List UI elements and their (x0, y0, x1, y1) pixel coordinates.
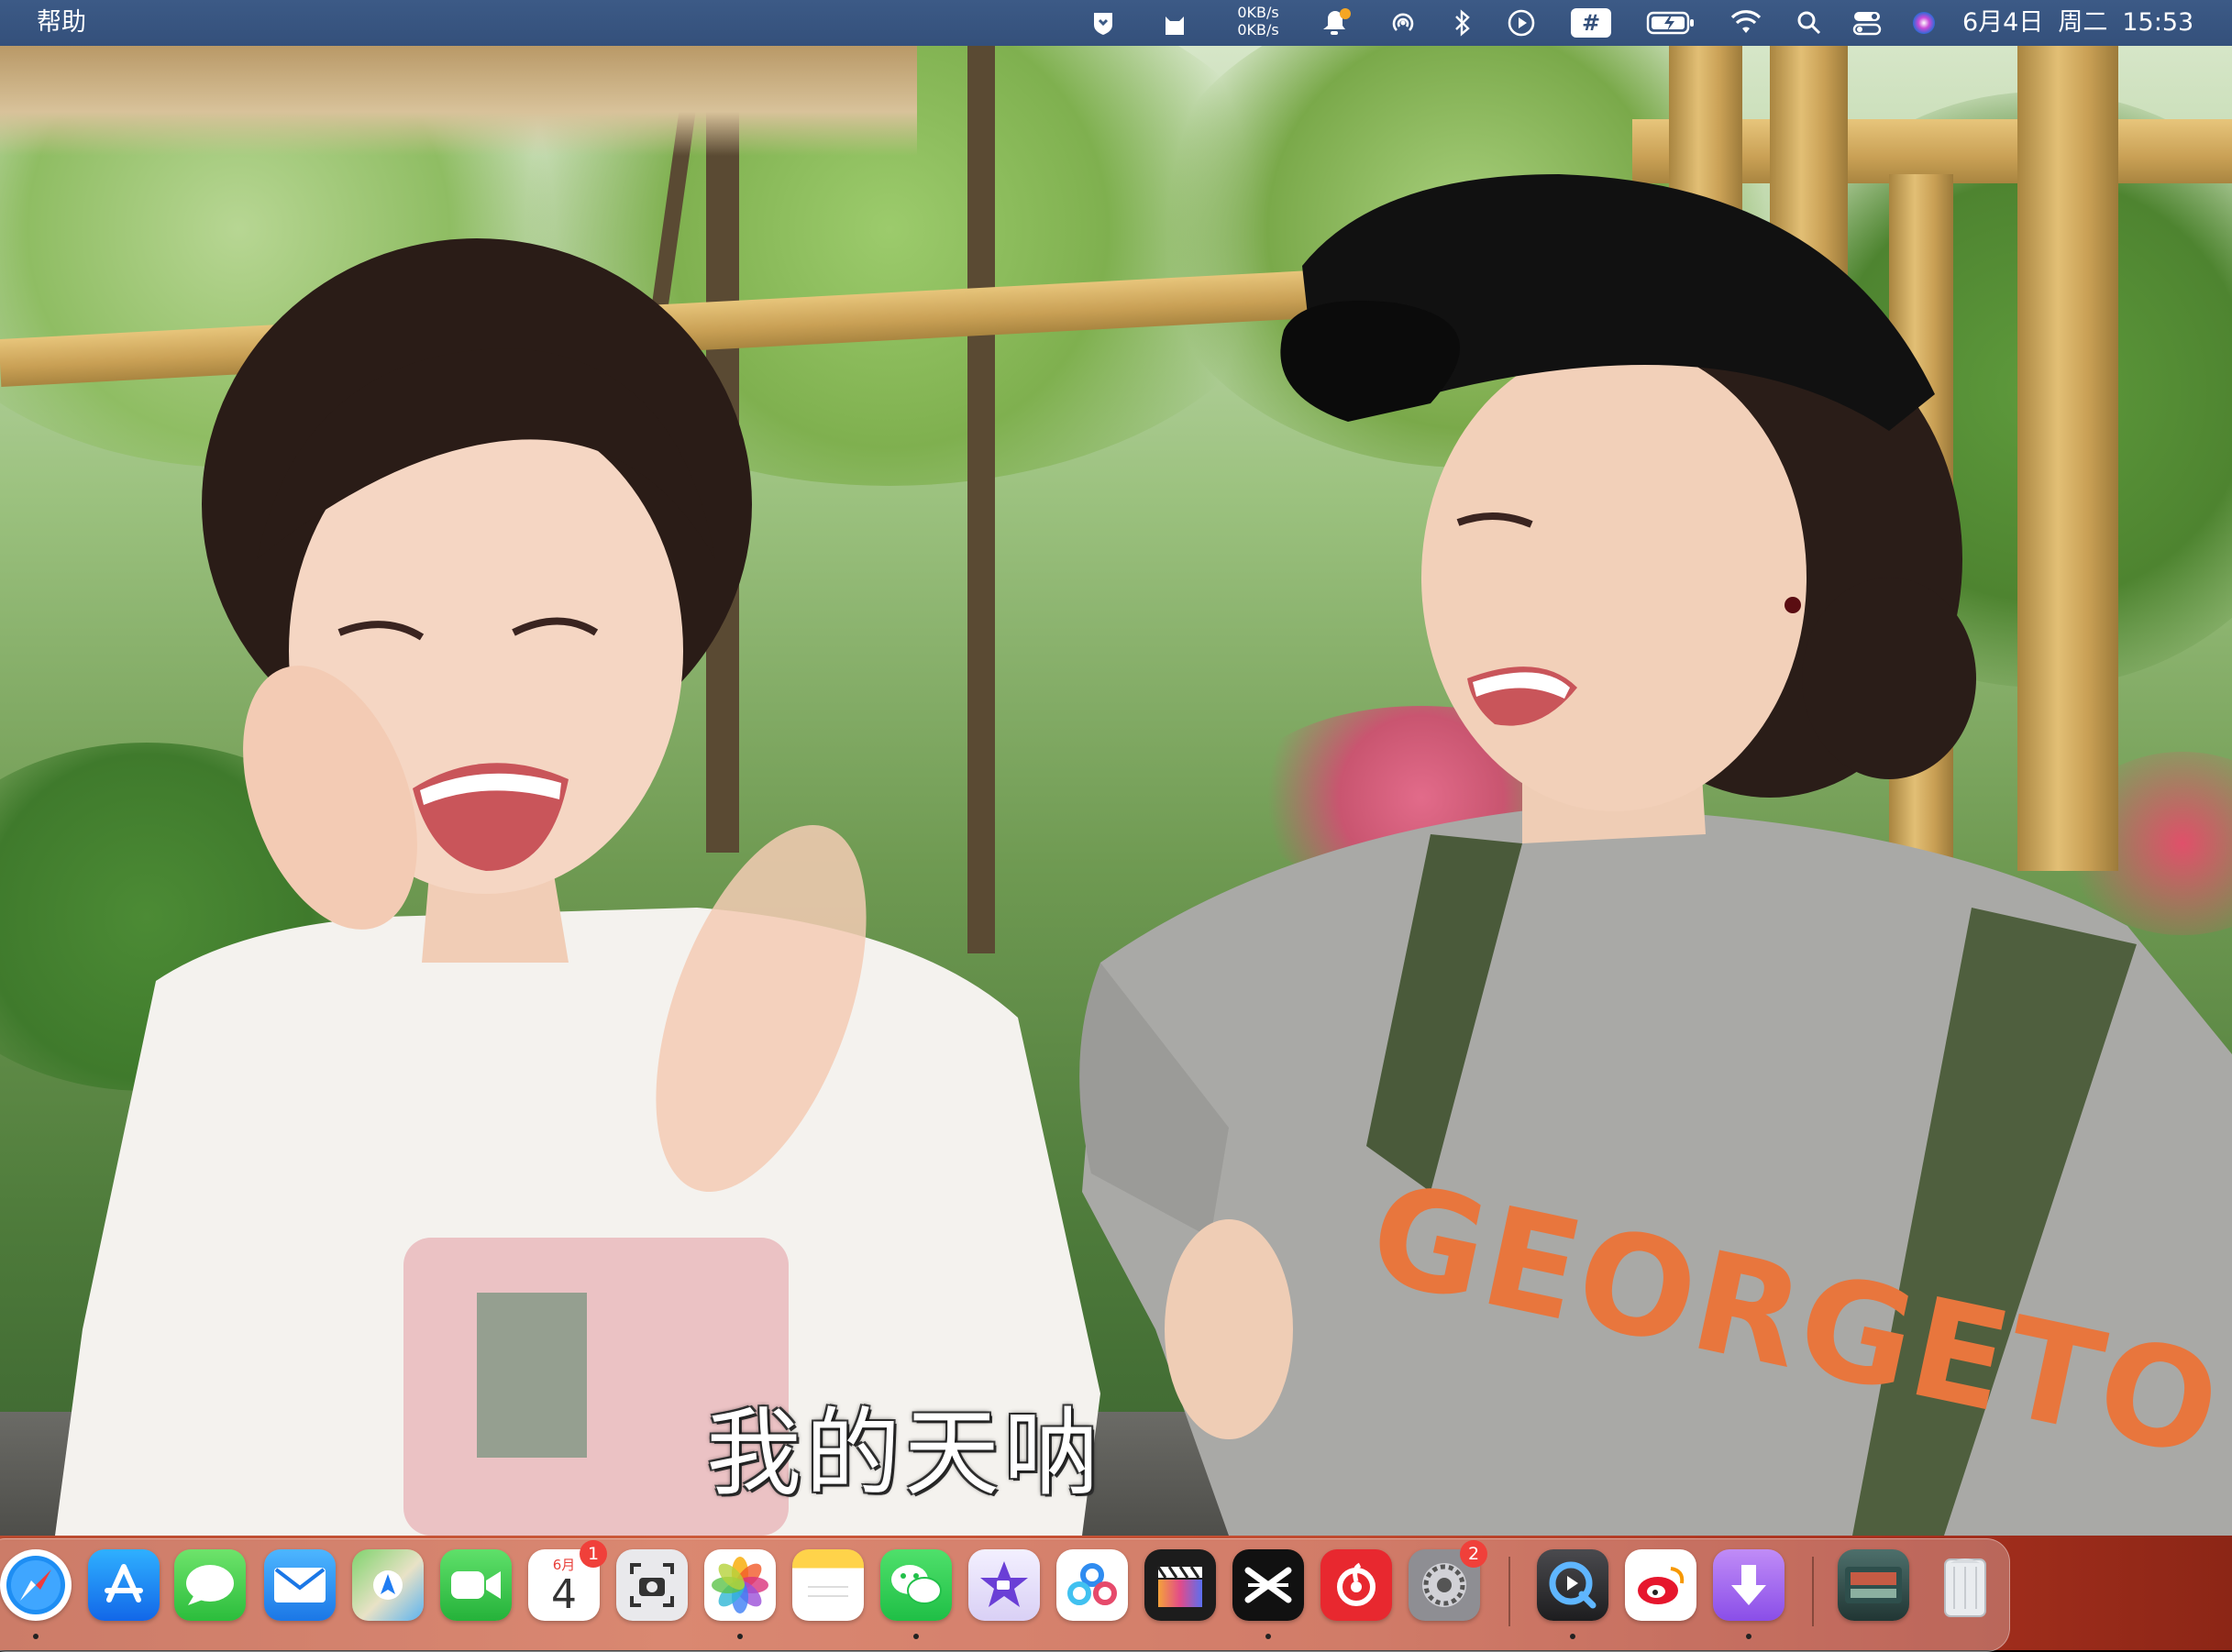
photos-icon[interactable] (704, 1549, 776, 1621)
baidu-netdisk-icon[interactable] (1056, 1549, 1128, 1621)
running-indicator (33, 1634, 39, 1639)
bluetooth-icon[interactable] (1449, 0, 1476, 46)
downie-icon[interactable] (1713, 1549, 1784, 1621)
app-store-icon[interactable] (88, 1549, 160, 1621)
video-subtitle: 我的天呐 (706, 1397, 1103, 1509)
trash-icon[interactable] (1929, 1549, 2001, 1621)
net-upload: 0KB/s (1237, 4, 1279, 21)
screenshot-icon[interactable] (616, 1549, 688, 1621)
clock-weekday: 周二 (2058, 8, 2108, 37)
facetime-icon[interactable] (440, 1549, 512, 1621)
video-frame[interactable]: GEORGETOWN 我的天呐 (0, 46, 2232, 1536)
final-cut-pro-icon[interactable] (1144, 1549, 1216, 1621)
net-download: 0KB/s (1237, 21, 1279, 39)
netease-music-icon[interactable] (1320, 1549, 1392, 1621)
running-indicator (1570, 1634, 1575, 1639)
control-center-icon[interactable] (1851, 0, 1884, 46)
cat-icon[interactable] (1159, 0, 1190, 46)
clock-date: 6月4日 (1962, 8, 2044, 37)
input-method-icon[interactable]: # (1568, 0, 1614, 46)
mail-icon[interactable] (264, 1549, 336, 1621)
airdrop-icon[interactable] (1385, 0, 1421, 46)
imovie-icon[interactable] (968, 1549, 1040, 1621)
shield-icon[interactable] (1088, 0, 1119, 46)
calendar-badge: 1 (580, 1540, 607, 1568)
dock-separator (1508, 1557, 1510, 1626)
capcut-icon[interactable] (1232, 1549, 1304, 1621)
wechat-icon[interactable] (880, 1549, 952, 1621)
running-indicator (1746, 1634, 1751, 1639)
running-indicator (1265, 1634, 1271, 1639)
search-icon[interactable] (1794, 0, 1825, 46)
messages-icon[interactable] (174, 1549, 246, 1621)
quicktime-icon[interactable] (1537, 1549, 1608, 1621)
calendar-icon[interactable]: 6月 4 1 (528, 1540, 607, 1621)
siri-icon[interactable] (1907, 0, 1940, 46)
notification-bell-icon[interactable] (1317, 0, 1354, 46)
menubar-clock[interactable]: 6月4日 周二 15:53 (1962, 7, 2193, 39)
clock-time: 15:53 (2122, 8, 2194, 37)
weibo-icon[interactable] (1625, 1549, 1696, 1621)
notes-icon[interactable] (792, 1549, 864, 1621)
maps-icon[interactable] (352, 1549, 424, 1621)
calendar-day: 4 (551, 1571, 577, 1618)
downloads-stack-icon[interactable] (1838, 1549, 1909, 1621)
wifi-icon[interactable] (1728, 0, 1764, 46)
play-icon[interactable] (1504, 0, 1539, 46)
menu-help[interactable]: 帮助 (37, 7, 86, 39)
running-indicator (913, 1634, 919, 1639)
safari-icon[interactable] (0, 1549, 72, 1621)
battery-icon[interactable] (1645, 0, 1696, 46)
system-settings-icon[interactable]: 2 (1409, 1540, 1487, 1621)
dock-separator (1812, 1557, 1814, 1626)
menu-bar: 帮助 0KB/s 0KB/s # 6月4日 周二 15:53 (0, 0, 2232, 46)
person-right: GEORGETOWN (1079, 174, 2232, 1536)
system-settings-badge: 2 (1460, 1540, 1487, 1568)
running-indicator (737, 1634, 743, 1639)
network-speed[interactable]: 0KB/s 0KB/s (1229, 4, 1287, 39)
